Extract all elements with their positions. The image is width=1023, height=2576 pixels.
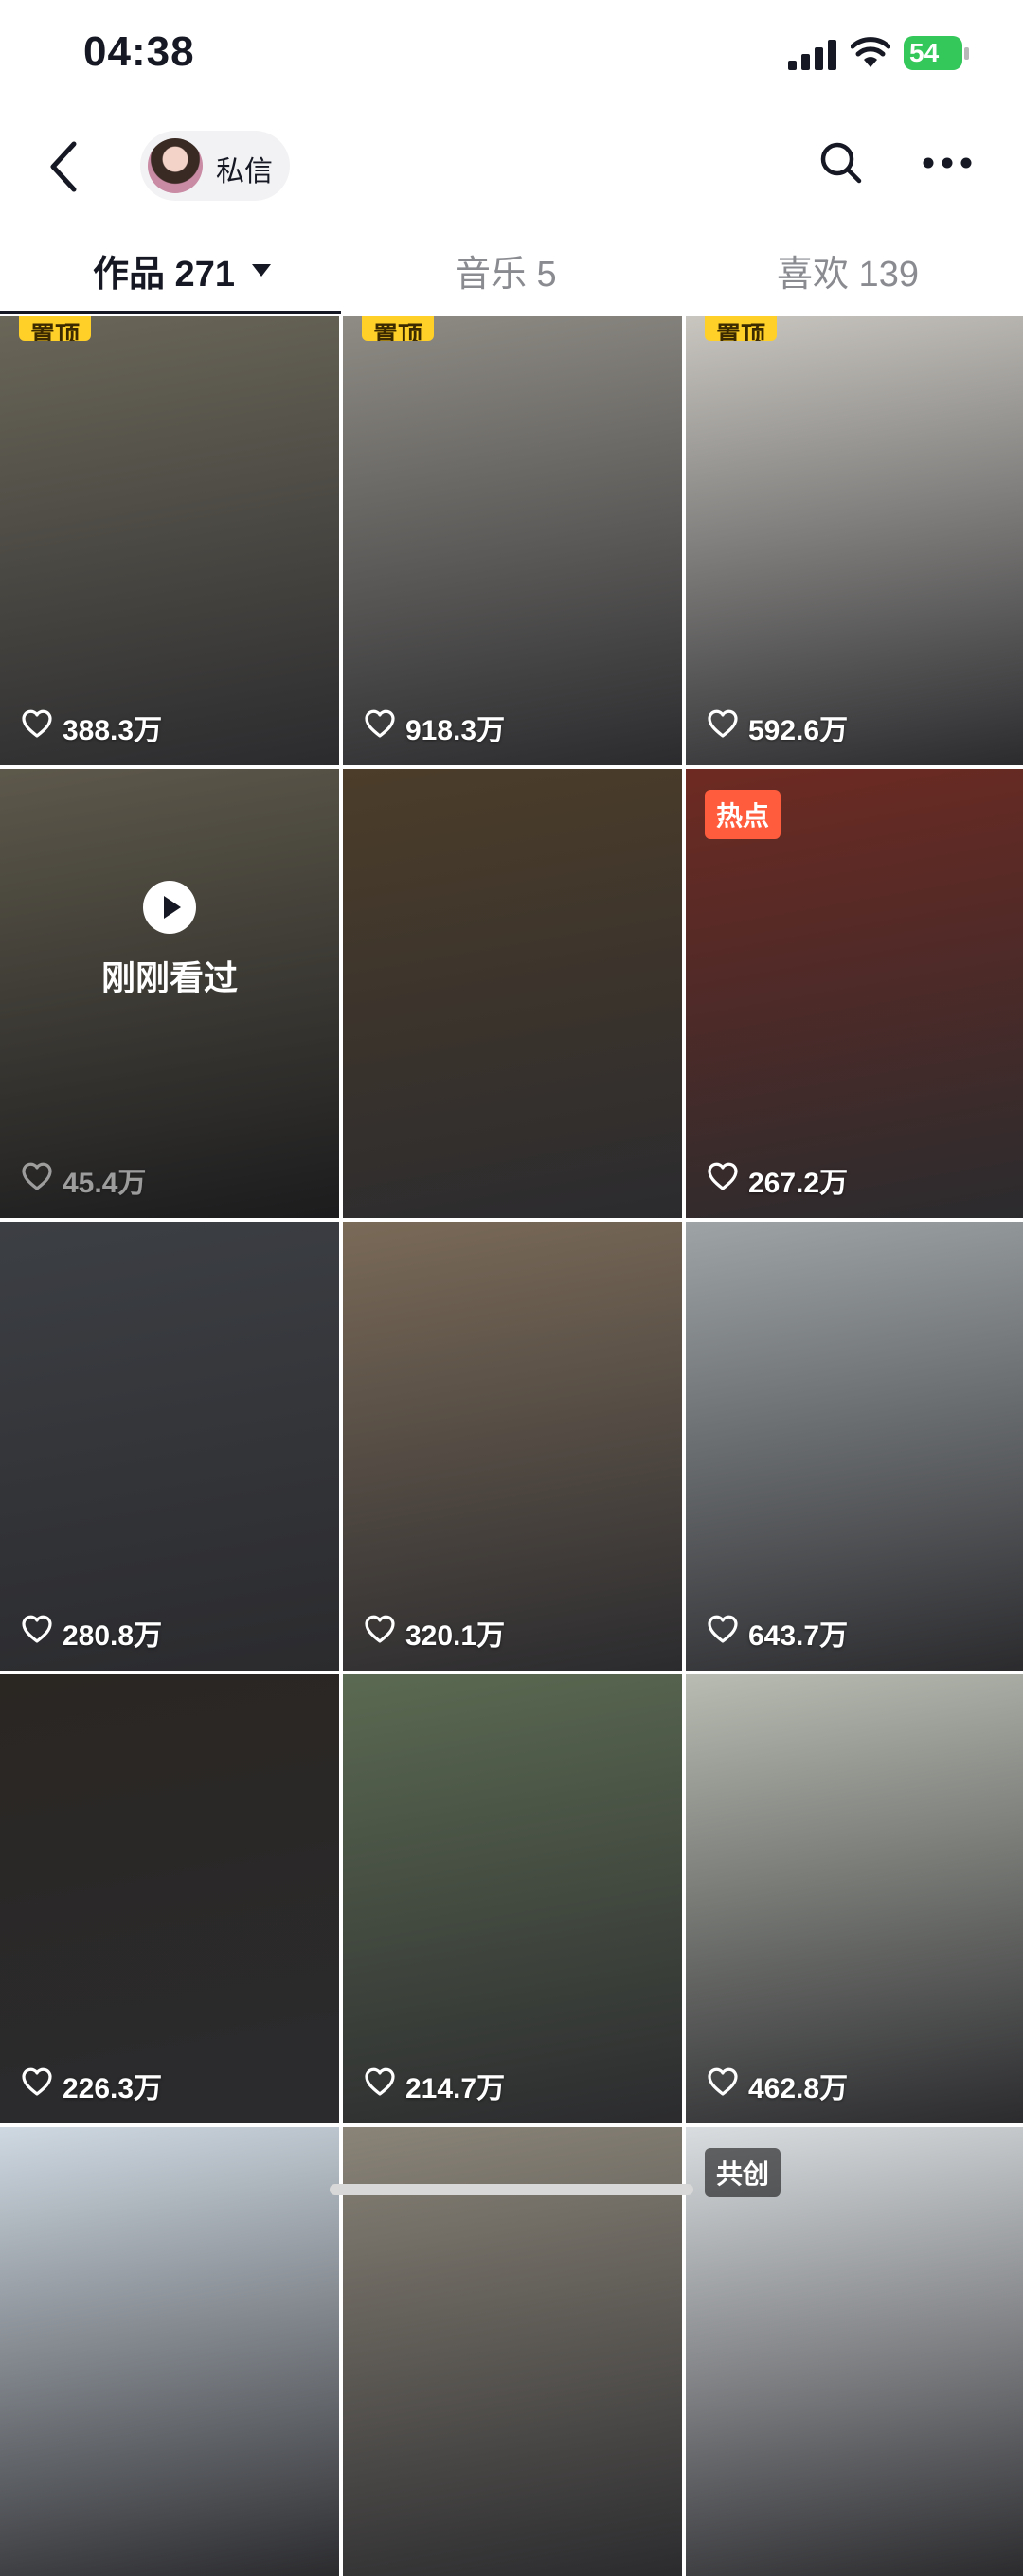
- like-count: 643.7万: [707, 1612, 848, 1654]
- like-count: 267.2万: [707, 1159, 848, 1201]
- heart-icon: [707, 1161, 739, 1199]
- profile-header: 私信: [0, 123, 1023, 237]
- like-count: 45.4万: [21, 1159, 146, 1201]
- like-count-value: 388.3万: [63, 715, 163, 746]
- heart-icon: [21, 1161, 53, 1199]
- video-thumbnail[interactable]: 214.7万: [343, 1674, 682, 2123]
- heart-icon: [21, 1614, 53, 1652]
- video-badge: 热点: [705, 790, 781, 839]
- like-count-value: 320.1万: [405, 1620, 506, 1652]
- heart-icon: [707, 708, 739, 746]
- like-count: 280.8万: [21, 1612, 162, 1654]
- heart-icon: [364, 708, 396, 746]
- tab-likes-label: 喜欢 139: [777, 254, 919, 295]
- avatar: [148, 138, 203, 193]
- wifi-icon: [851, 37, 890, 67]
- video-thumbnail[interactable]: 280.8万: [0, 1222, 339, 1671]
- like-count-value: 280.8万: [63, 1620, 163, 1652]
- heart-icon: [707, 2066, 739, 2104]
- video-badge: 置顶: [19, 316, 92, 341]
- video-thumbnail[interactable]: 置顶 388.3万: [0, 316, 339, 765]
- like-count: 462.8万: [707, 2065, 848, 2106]
- home-indicator: [330, 2184, 693, 2195]
- like-count: 214.7万: [364, 2065, 505, 2106]
- tab-music-label: 音乐 5: [455, 254, 557, 295]
- video-thumbnail[interactable]: 热点 267.2万: [686, 769, 1023, 1218]
- search-icon[interactable]: [818, 140, 864, 186]
- video-thumbnail[interactable]: 320.1万: [343, 1222, 682, 1671]
- like-count-value: 592.6万: [748, 715, 849, 746]
- like-count-value: 226.3万: [63, 2073, 163, 2104]
- like-count-value: 45.4万: [63, 1168, 147, 1199]
- video-thumbnail[interactable]: 置顶 918.3万: [343, 316, 682, 765]
- like-count: 320.1万: [364, 1612, 505, 1654]
- battery-icon: 54: [904, 36, 972, 72]
- recently-watched-indicator: 刚刚看过: [0, 881, 339, 1000]
- status-bar: 04:38 54: [0, 0, 1023, 114]
- caret-down-icon: [251, 263, 271, 277]
- direct-message-button[interactable]: 私信: [140, 131, 290, 201]
- video-badge: 置顶: [362, 316, 435, 341]
- like-count: 388.3万: [21, 707, 162, 748]
- heart-icon: [364, 1614, 396, 1652]
- heart-icon: [21, 2066, 53, 2104]
- video-thumbnail[interactable]: [343, 769, 682, 1218]
- tab-likes[interactable]: 喜欢 139: [777, 237, 919, 303]
- video-thumbnail[interactable]: [0, 2127, 339, 2576]
- like-count-value: 267.2万: [748, 1168, 849, 1199]
- heart-icon: [364, 2066, 396, 2104]
- like-count-value: 643.7万: [748, 1620, 849, 1652]
- like-count-value: 214.7万: [405, 2073, 506, 2104]
- tab-music[interactable]: 音乐 5: [455, 237, 557, 303]
- like-count-value: 462.8万: [748, 2073, 849, 2104]
- heart-icon: [707, 1614, 739, 1652]
- profile-tabs: 作品 271 音乐 5 喜欢 139: [0, 237, 1023, 314]
- video-thumbnail[interactable]: 643.7万: [686, 1222, 1023, 1671]
- status-time: 04:38: [83, 28, 195, 75]
- recently-watched-label: 刚刚看过: [100, 958, 238, 997]
- active-tab-indicator: [0, 311, 341, 314]
- like-count: 226.3万: [21, 2065, 162, 2106]
- video-thumbnail[interactable]: 462.8万: [686, 1674, 1023, 2123]
- battery-percent: 54: [909, 38, 940, 67]
- play-icon: [143, 881, 196, 934]
- video-badge: 共创: [705, 2148, 781, 2197]
- cellular-signal-icon: [788, 40, 836, 70]
- video-thumbnail[interactable]: 共创: [686, 2127, 1023, 2576]
- like-count: 918.3万: [364, 707, 505, 748]
- video-thumbnail[interactable]: 置顶 592.6万: [686, 316, 1023, 765]
- like-count: 592.6万: [707, 707, 848, 748]
- tab-works[interactable]: 作品 271: [93, 237, 271, 303]
- back-icon[interactable]: [45, 138, 83, 195]
- video-badge: 置顶: [705, 316, 778, 341]
- direct-message-label: 私信: [216, 156, 273, 188]
- video-thumbnail[interactable]: 226.3万: [0, 1674, 339, 2123]
- tab-works-label: 作品 271: [93, 254, 235, 295]
- more-options-icon[interactable]: [921, 152, 974, 174]
- video-thumbnail[interactable]: 刚刚看过 45.4万: [0, 769, 339, 1218]
- like-count-value: 918.3万: [405, 715, 506, 746]
- heart-icon: [21, 708, 53, 746]
